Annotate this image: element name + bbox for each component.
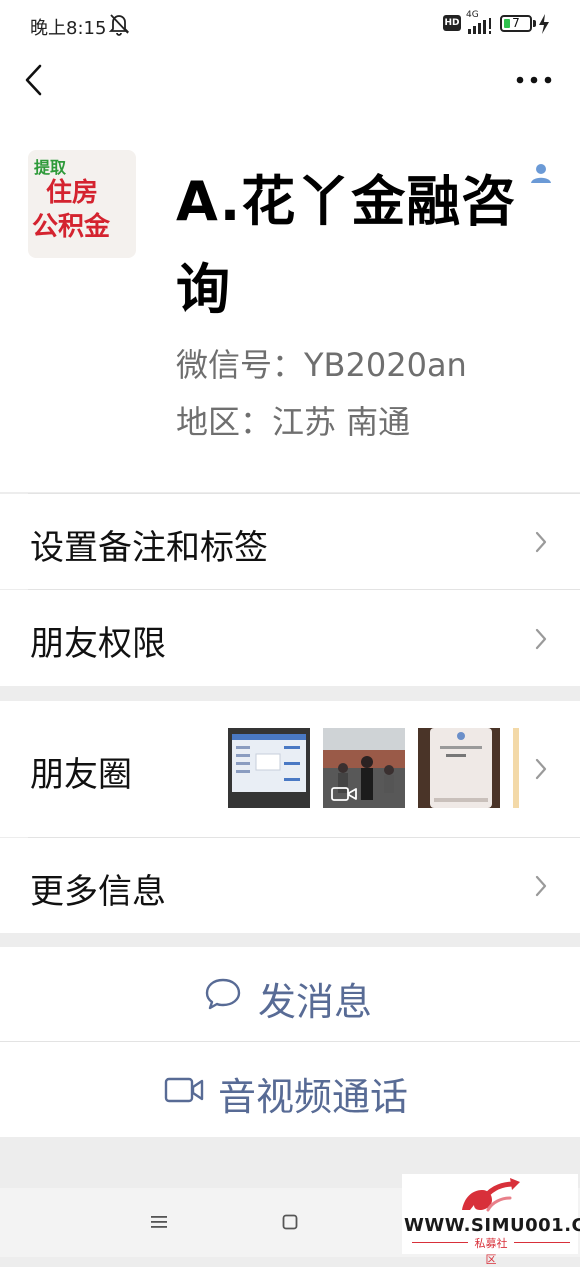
watermark-rule: [514, 1242, 570, 1243]
video-call-button[interactable]: 音视频通话: [0, 1042, 580, 1137]
screenshot-image: [228, 728, 310, 808]
more-info-label: 更多信息: [30, 872, 166, 912]
status-bar: 晚上8:15 HD 4G 7: [0, 0, 580, 52]
avatar-text: 住房: [46, 178, 99, 208]
chevron-right-icon: [535, 531, 547, 553]
back-arrow-icon[interactable]: [22, 62, 44, 98]
signal-icon: [468, 18, 491, 34]
chat-bubble-icon: [205, 978, 241, 1010]
friend-permissions-label: 朋友权限: [30, 624, 166, 664]
watermark-rule: [412, 1242, 468, 1243]
moments-thumbnail[interactable]: [228, 728, 310, 808]
video-icon: [331, 787, 357, 801]
moments-thumbnail-partial: [513, 728, 519, 808]
watermark-logo-icon: [462, 1178, 520, 1212]
contact-name: A.花丫金融咨询: [176, 170, 517, 321]
watermark-text: WWW.SIMU001.CN: [404, 1215, 580, 1236]
person-tag-icon: [531, 164, 551, 183]
phone-photo-image: [418, 728, 500, 808]
menu-icon[interactable]: [151, 1215, 167, 1229]
moments-thumbnail[interactable]: [418, 728, 500, 808]
send-message-button[interactable]: 发消息: [0, 947, 580, 1041]
wechat-id: 微信号：YB2020an: [176, 346, 467, 384]
moments-thumbnail[interactable]: [323, 728, 405, 808]
avatar-text: 公积金: [32, 212, 111, 242]
video-call-label: 音视频通话: [218, 1075, 409, 1119]
moments-label: 朋友圈: [30, 755, 132, 795]
region: 地区：江苏 南通: [176, 403, 411, 441]
chevron-right-icon: [535, 758, 547, 780]
charging-bolt-icon: [539, 14, 549, 34]
status-time: 晚上8:15: [30, 18, 107, 39]
remark-tags-row[interactable]: 设置备注和标签: [0, 494, 580, 589]
battery-percent: 7: [512, 16, 520, 30]
hd-badge: HD: [443, 15, 461, 31]
send-message-label: 发消息: [258, 980, 373, 1024]
bell-off-icon: [108, 14, 130, 36]
battery-tip: [533, 20, 536, 27]
battery-icon: 7: [500, 15, 532, 32]
watermark: WWW.SIMU001.CN 私募社区: [402, 1174, 580, 1266]
avatar[interactable]: 提取 住房 公积金: [28, 150, 136, 258]
home-icon[interactable]: [282, 1214, 298, 1230]
chevron-right-icon: [535, 628, 547, 650]
watermark-subtitle: 私募社区: [474, 1237, 508, 1266]
more-options-icon[interactable]: [514, 72, 554, 88]
video-camera-icon: [164, 1077, 204, 1103]
more-info-row[interactable]: 更多信息: [0, 838, 580, 933]
remark-tags-label: 设置备注和标签: [30, 528, 268, 568]
chevron-right-icon: [535, 875, 547, 897]
friend-permissions-row[interactable]: 朋友权限: [0, 590, 580, 686]
